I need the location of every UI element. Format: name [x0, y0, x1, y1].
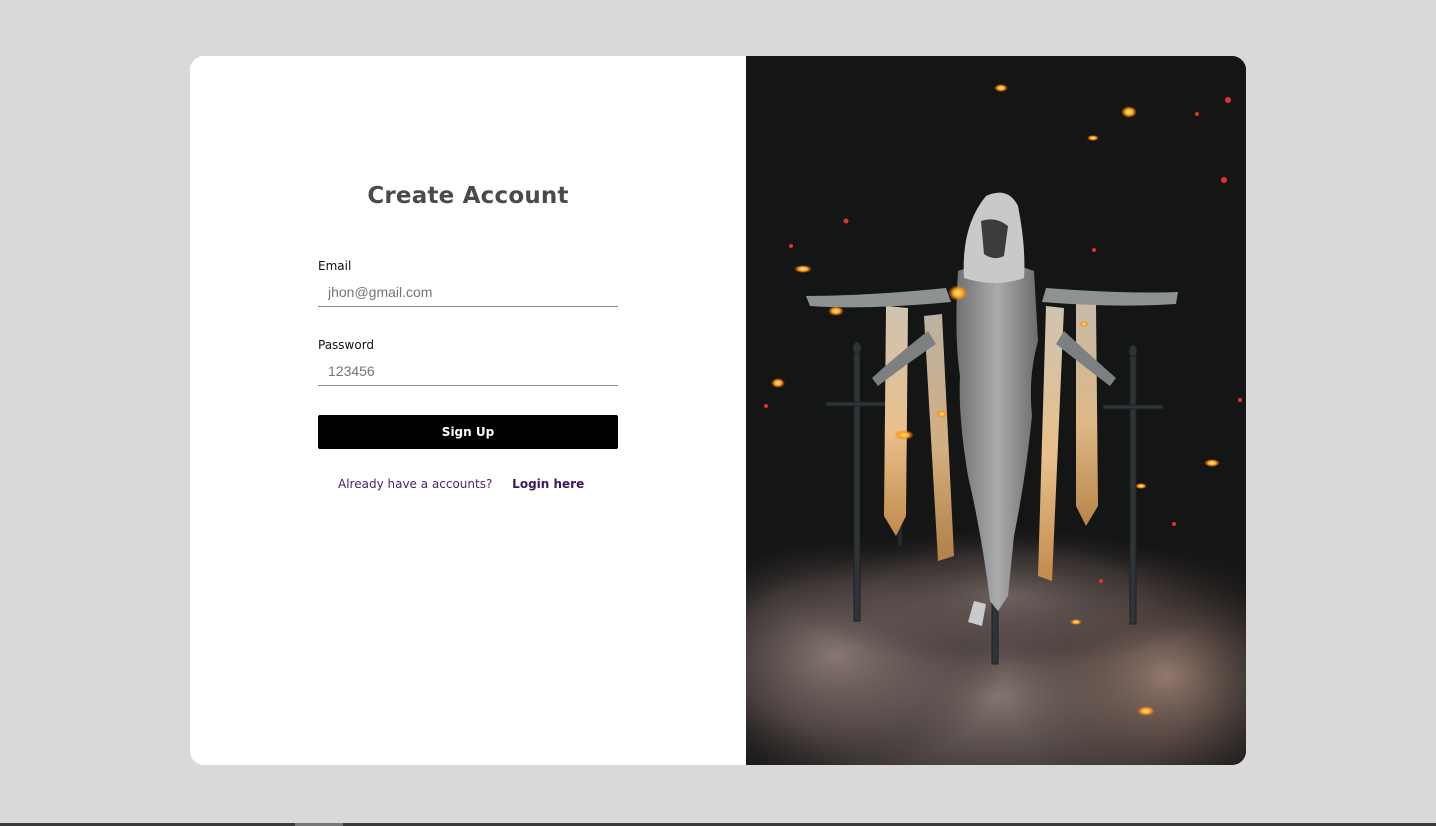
- login-prompt-text: Already have a accounts?: [338, 477, 493, 491]
- password-label: Password: [318, 338, 375, 352]
- page-title: Create Account: [367, 183, 569, 209]
- sign-up-button[interactable]: Sign Up: [318, 415, 618, 449]
- email-label: Email: [318, 259, 352, 273]
- email-input[interactable]: [318, 277, 618, 307]
- password-input[interactable]: [318, 356, 618, 386]
- signup-card: Create Account Email Password Sign Up Al…: [190, 56, 1246, 765]
- hooded-figure-illustration: [746, 56, 1246, 765]
- email-field-group: Email: [318, 259, 618, 307]
- login-prompt-row: Already have a accounts? Login here: [338, 477, 584, 491]
- signup-form-panel: Create Account Email Password Sign Up Al…: [190, 56, 746, 765]
- login-link[interactable]: Login here: [512, 477, 584, 491]
- password-field-group: Password: [318, 338, 618, 386]
- hero-image: [746, 56, 1246, 765]
